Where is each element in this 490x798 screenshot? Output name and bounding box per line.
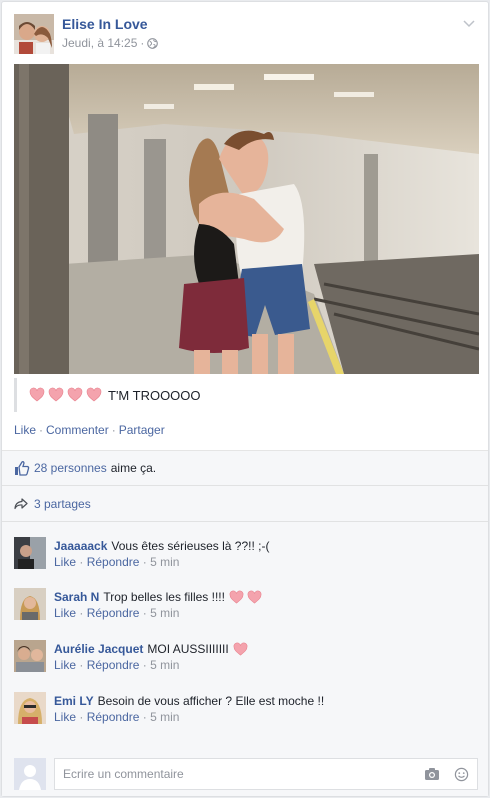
heart-icon: [247, 590, 262, 603]
like-link[interactable]: Like: [14, 423, 36, 437]
shares-count[interactable]: 3 partages: [34, 497, 91, 511]
heart-icon: [229, 590, 244, 603]
comment-reply-link[interactable]: Répondre: [87, 606, 140, 620]
default-avatar: [14, 758, 46, 790]
separator: ·: [142, 606, 147, 620]
likes-count-link[interactable]: 28 personnes: [34, 461, 107, 475]
comment-text: Vous êtes sérieuses là ??!! ;-(: [111, 539, 270, 553]
heart-icon: [48, 387, 64, 402]
separator: ·: [142, 658, 147, 672]
comment-like-link[interactable]: Like: [54, 658, 76, 672]
separator: ·: [142, 710, 147, 724]
comment-reply-link[interactable]: Répondre: [87, 710, 140, 724]
post-card: Elise In Love Jeudi, à 14:25 · T'M TROOO…: [1, 1, 489, 797]
comment-text: MOI AUSSIIIIIII: [147, 642, 229, 656]
post-header: Elise In Love Jeudi, à 14:25 ·: [14, 14, 478, 54]
hearts-group: [233, 642, 248, 657]
comment-time[interactable]: 5 min: [150, 555, 179, 569]
comment-like-link[interactable]: Like: [54, 606, 76, 620]
comment-placeholder: Ecrire un commentaire: [63, 767, 184, 781]
separator: ·: [79, 606, 84, 620]
globe-icon: [147, 37, 159, 49]
separator: ·: [79, 555, 84, 569]
comment-reply-link[interactable]: Répondre: [87, 555, 140, 569]
separator: ·: [111, 423, 116, 437]
commenter-avatar[interactable]: [14, 640, 46, 672]
quote-text: T'M TROOOOO: [108, 387, 201, 403]
feedback-area: 28 personnes aime ça. 3 partages Jaaaaac…: [2, 450, 488, 796]
author-avatar[interactable]: [14, 14, 54, 54]
comment-item: Jaaaaack Vous êtes sérieuses là ??!! ;-( …: [14, 537, 478, 571]
separator: ·: [79, 658, 84, 672]
post-quote: T'M TROOOOO: [14, 378, 479, 412]
heart-icon: [86, 387, 102, 402]
emoji-icon[interactable]: [454, 767, 469, 782]
comment-item: Sarah N Trop belles les filles !!!! Like …: [14, 588, 478, 622]
commenter-name[interactable]: Aurélie Jacquet: [54, 641, 143, 657]
separator: ·: [79, 710, 84, 724]
commenter-avatar[interactable]: [14, 537, 46, 569]
share-arrow-icon: [14, 497, 28, 509]
hearts-group: [29, 387, 102, 403]
comment-item: Aurélie Jacquet MOI AUSSIIIIIII Like · Ré…: [14, 640, 478, 674]
heart-icon: [29, 387, 45, 402]
comment-item: Emi LY Besoin de vous afficher ? Elle est…: [14, 692, 478, 726]
commenter-name[interactable]: Jaaaaack: [54, 538, 107, 554]
comment-time[interactable]: 5 min: [150, 606, 179, 620]
commenter-avatar[interactable]: [14, 692, 46, 724]
separator: ·: [39, 423, 44, 437]
comment-composer: Ecrire un commentaire: [14, 758, 478, 790]
camera-icon[interactable]: [424, 767, 440, 781]
comment-time[interactable]: 5 min: [150, 658, 179, 672]
commenter-avatar[interactable]: [14, 588, 46, 620]
comment-text: Trop belles les filles !!!!: [103, 590, 225, 604]
hearts-group: [229, 590, 262, 605]
post-timestamp[interactable]: Jeudi, à 14:25: [62, 36, 137, 50]
heart-icon: [233, 642, 248, 655]
comment-like-link[interactable]: Like: [54, 555, 76, 569]
shares-summary[interactable]: 3 partages: [2, 486, 488, 522]
meta-separator: ·: [140, 36, 145, 50]
share-link[interactable]: Partager: [119, 423, 165, 437]
separator: ·: [142, 555, 147, 569]
comment-like-link[interactable]: Like: [54, 710, 76, 724]
post-photo[interactable]: [14, 64, 479, 374]
chevron-down-icon[interactable]: [462, 16, 476, 30]
post-meta: Jeudi, à 14:25 ·: [62, 36, 159, 50]
comment-reply-link[interactable]: Répondre: [87, 658, 140, 672]
post-actions: Like · Commenter · Partager: [14, 423, 165, 437]
comment-link[interactable]: Commenter: [46, 423, 109, 437]
commenter-name[interactable]: Sarah N: [54, 589, 99, 605]
heart-icon: [67, 387, 83, 402]
comment-text: Besoin de vous afficher ? Elle est moche…: [97, 694, 325, 708]
likes-suffix: aime ça.: [110, 461, 157, 475]
post-author-name[interactable]: Elise In Love: [62, 16, 148, 32]
thumbs-up-icon: [15, 461, 30, 476]
commenter-name[interactable]: Emi LY: [54, 693, 94, 709]
comment-input[interactable]: Ecrire un commentaire: [54, 758, 478, 790]
comment-time[interactable]: 5 min: [150, 710, 179, 724]
likes-summary: 28 personnes aime ça.: [2, 451, 488, 486]
